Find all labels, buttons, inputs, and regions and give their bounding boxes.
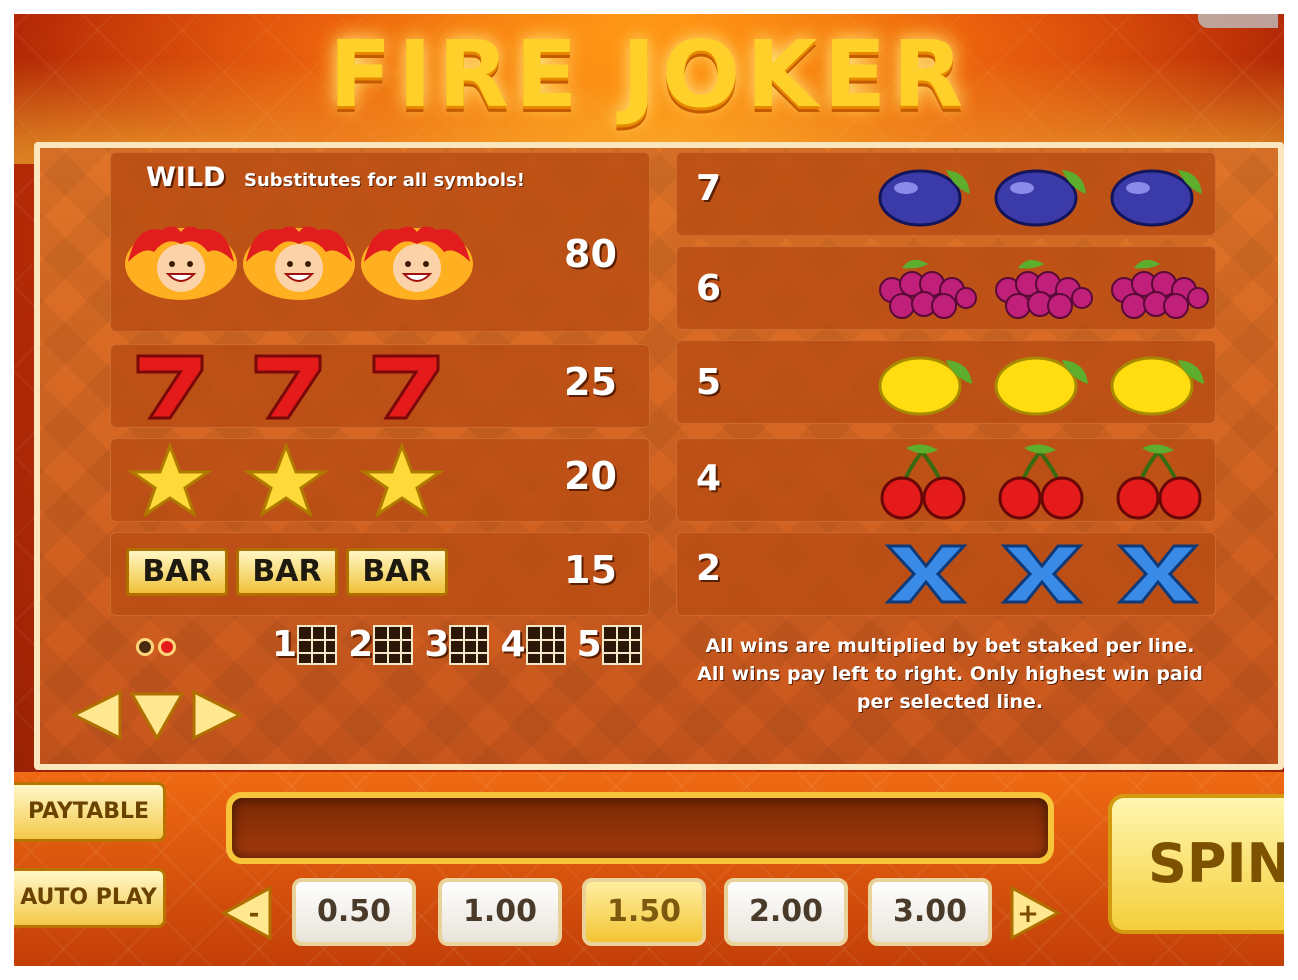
- arrow-left-icon[interactable]: [70, 688, 124, 742]
- payline-1: 1: [272, 624, 338, 665]
- plum-icon: [994, 169, 1086, 227]
- payline-grid-icon: [601, 624, 642, 665]
- cherry-icon: [998, 444, 1084, 520]
- bar-icon: BAR: [346, 548, 448, 596]
- plum-icon: [878, 169, 970, 227]
- control-bar: PAYTABLE AUTO PLAY SPIN - 0.50 1.00 1.50…: [14, 772, 1284, 966]
- autoplay-button[interactable]: AUTO PLAY: [14, 868, 166, 928]
- bet-option[interactable]: 0.50: [292, 878, 416, 946]
- joker-icon: [361, 226, 473, 300]
- spin-button[interactable]: SPIN: [1108, 794, 1284, 934]
- payline-grid-icon: [373, 624, 414, 665]
- payout-value: 5: [696, 362, 722, 403]
- wild-payout: 80: [564, 232, 617, 276]
- payout-value: 25: [564, 360, 617, 404]
- bet-option[interactable]: 3.00: [868, 878, 992, 946]
- wild-description: Substitutes for all symbols!: [244, 170, 526, 191]
- payline-grid-icon: [449, 624, 490, 665]
- wild-label: WILD: [146, 162, 226, 193]
- bet-option-selected[interactable]: 1.50: [582, 878, 706, 946]
- paytable-row-bar: BAR BAR BAR 15: [110, 532, 650, 616]
- bet-option[interactable]: 1.00: [438, 878, 562, 946]
- payline-3: 3: [424, 624, 490, 665]
- star-icon: [360, 442, 444, 518]
- page-dot[interactable]: [136, 638, 154, 656]
- grapes-icon: [1111, 259, 1209, 319]
- star-icon: [244, 442, 328, 518]
- payout-value: 20: [564, 454, 617, 498]
- paytable-row-cherry: 4: [676, 438, 1216, 522]
- increase-bet-button[interactable]: +: [1008, 884, 1062, 942]
- arrow-right-icon[interactable]: [190, 688, 244, 742]
- game-title: FIRE JOKER: [328, 21, 970, 128]
- lemon-icon: [878, 356, 972, 416]
- minus-label: -: [249, 899, 260, 929]
- paytable-row-grapes: 6: [676, 246, 1216, 330]
- grapes-icon: [995, 259, 1093, 319]
- lemon-icon: [994, 356, 1088, 416]
- payline-grid-icon: [297, 624, 338, 665]
- wild-cell: WILD Substitutes for all symbols! 80: [110, 152, 650, 332]
- paytable-row-seven: 25: [110, 344, 650, 428]
- paytable-row-plum: 7: [676, 152, 1216, 236]
- cherry-icon: [1116, 444, 1202, 520]
- paytable-row-x: 2: [676, 532, 1216, 616]
- page-indicator: [136, 638, 180, 660]
- decrease-bet-button[interactable]: -: [220, 884, 274, 942]
- paytable-row-lemon: 5: [676, 340, 1216, 424]
- game-frame: FIRE JOKER WILD Substitutes for all symb…: [14, 14, 1284, 966]
- plum-icon: [1110, 169, 1202, 227]
- lemon-icon: [1110, 356, 1204, 416]
- x-icon: [884, 544, 968, 604]
- payout-value: 6: [696, 268, 722, 309]
- payout-value: 4: [696, 458, 722, 499]
- payout-value: 15: [564, 548, 617, 592]
- payout-value: 2: [696, 548, 722, 589]
- paytable-row-star: 20: [110, 438, 650, 522]
- grapes-icon: [879, 259, 977, 319]
- bet-option[interactable]: 2.00: [724, 878, 848, 946]
- arrow-down-icon[interactable]: [128, 688, 186, 742]
- star-icon: [128, 442, 212, 518]
- plus-label: +: [1017, 899, 1039, 929]
- seven-icon: [254, 354, 322, 420]
- cherry-icon: [880, 444, 966, 520]
- seven-icon: [136, 354, 204, 420]
- paytable-board: WILD Substitutes for all symbols! 80 25 …: [34, 142, 1284, 770]
- message-bar: [226, 792, 1054, 864]
- provider-logo: [1198, 14, 1278, 28]
- seven-icon: [372, 354, 440, 420]
- payline-grid-icon: [525, 624, 566, 665]
- paylines-legend: 1 2 3 4 5: [272, 624, 648, 665]
- bar-icon: BAR: [236, 548, 338, 596]
- payline-4: 4: [500, 624, 566, 665]
- payline-5: 5: [577, 624, 642, 665]
- joker-icon: [243, 226, 355, 300]
- payout-value: 7: [696, 168, 722, 209]
- joker-icon: [125, 226, 237, 300]
- bar-icon: BAR: [126, 548, 228, 596]
- x-icon: [1116, 544, 1200, 604]
- x-icon: [1000, 544, 1084, 604]
- payline-2: 2: [348, 624, 414, 665]
- page-dot-active[interactable]: [158, 638, 176, 656]
- rules-text: All wins are multiplied by bet staked pe…: [697, 635, 1203, 713]
- paytable-button[interactable]: PAYTABLE: [14, 782, 166, 842]
